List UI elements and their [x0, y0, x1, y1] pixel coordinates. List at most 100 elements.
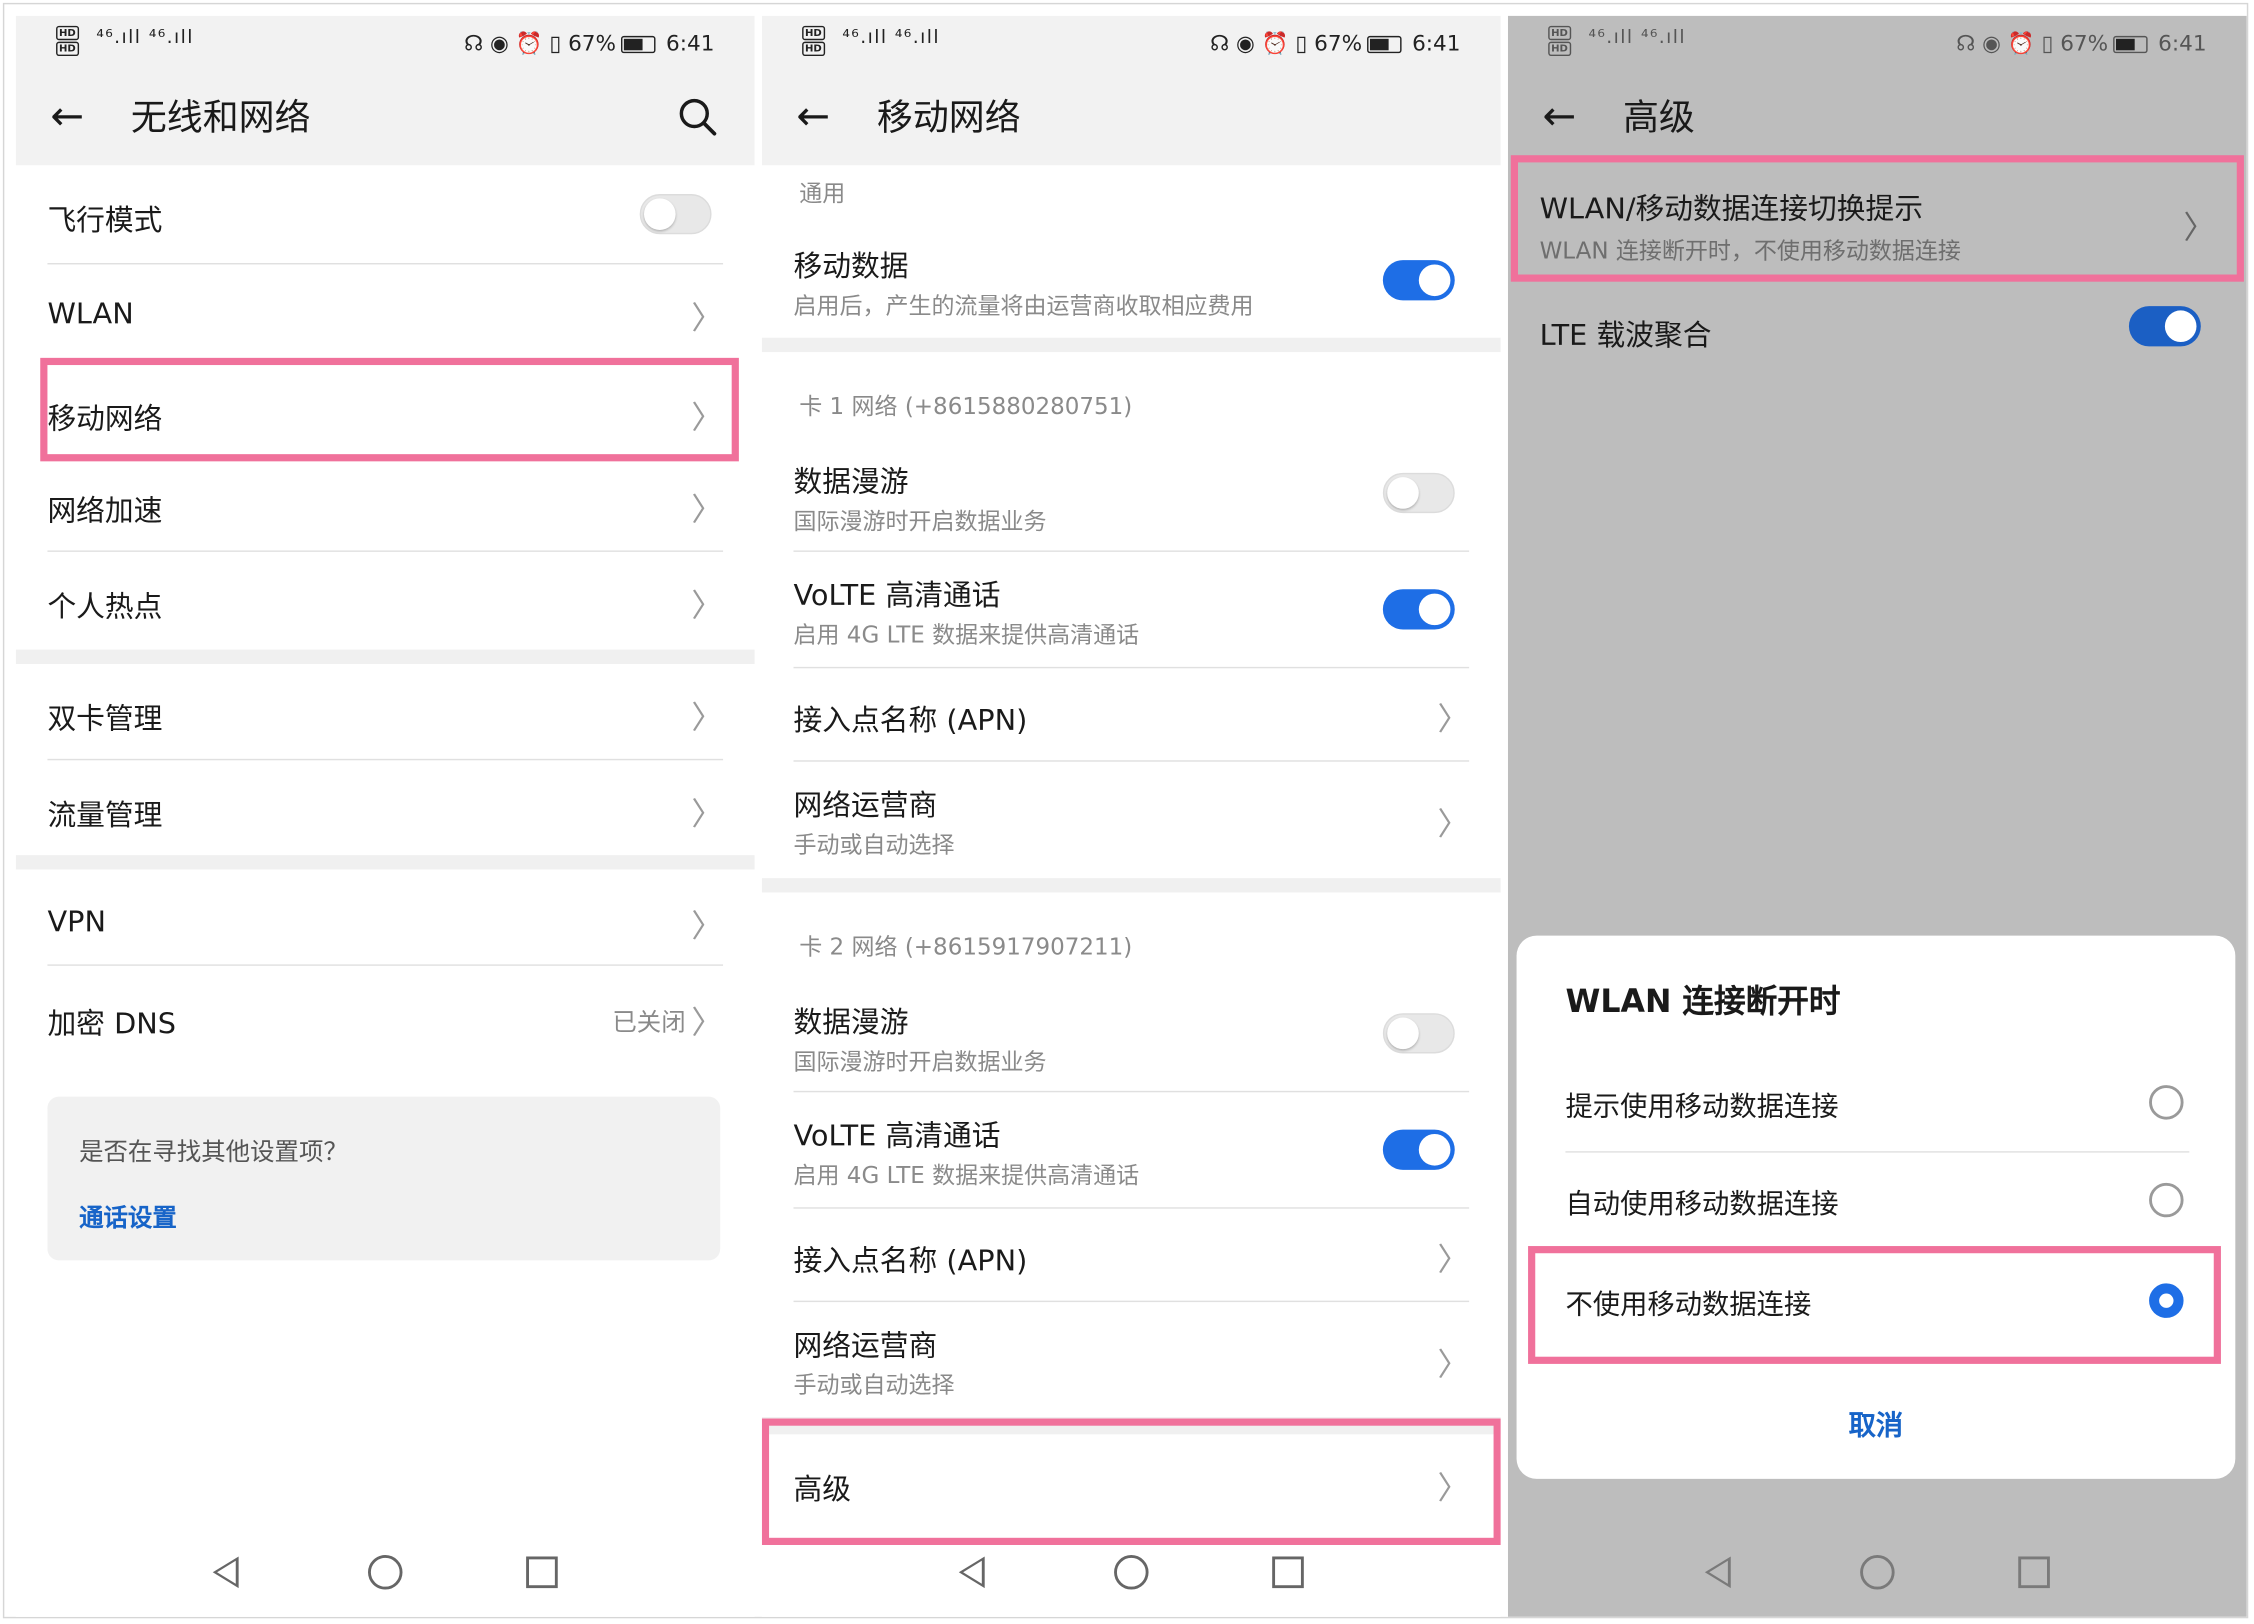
radio-button-selected[interactable]	[2149, 1283, 2184, 1318]
option-never[interactable]: 不使用移动数据连接	[1517, 1255, 2236, 1350]
title-bar: ← 无线和网络	[15, 67, 755, 166]
page-title: 高级	[1622, 96, 1695, 138]
network-acceleration-item[interactable]: 网络加速 〉	[16, 456, 755, 551]
sim2-roaming-row[interactable]: 数据漫游 国际漫游时开启数据业务	[762, 982, 1501, 1091]
sim1-roaming-toggle[interactable]	[1382, 472, 1455, 514]
chevron-right-icon: 〉	[2183, 211, 2216, 248]
screenshot-frame: HD HD ⁴⁶.ıll ⁴⁶.ıll ☊ ◉ ⏰ ▯ 67% 6:41 ← 无线…	[2, 2, 2249, 1619]
signal-icon: ⁴⁶.ıll ⁴⁶.ıll	[96, 27, 194, 49]
sim2-roaming-toggle[interactable]	[1382, 1013, 1455, 1054]
clock: 6:41	[666, 30, 715, 57]
lte-ca-toggle[interactable]	[2128, 306, 2201, 347]
page-title: 移动网络	[876, 96, 1021, 138]
dual-sim-item[interactable]: 双卡管理 〉	[16, 664, 755, 759]
apn-label: 接入点名称 (APN)	[793, 1243, 1028, 1278]
option-label: 不使用移动数据连接	[1565, 1289, 1812, 1321]
chevron-right-icon: 〉	[1437, 702, 1470, 739]
mobile-data-desc: 启用后，产生的流量将由运营商收取相应费用	[793, 291, 1254, 320]
dialog-title: WLAN 连接断开时	[1565, 984, 1841, 1021]
status-bar: HD HD ⁴⁶.ıll ⁴⁶.ıll ☊ ◉ ⏰ ▯ 67% 6:41	[1508, 16, 2247, 68]
back-arrow-icon[interactable]: ←	[50, 96, 84, 136]
battery-percent: 67%	[2060, 30, 2109, 57]
airplane-mode-toggle[interactable]	[639, 194, 712, 235]
nav-back-icon[interactable]	[1704, 1556, 1731, 1589]
mobile-network-item[interactable]: 移动网络 〉	[16, 361, 755, 459]
sim2-carrier-item[interactable]: 网络运营商 手动或自动选择 〉	[762, 1302, 1501, 1417]
sim2-apn-item[interactable]: 接入点名称 (APN) 〉	[762, 1209, 1501, 1301]
carrier-label: 网络运营商	[793, 787, 938, 823]
hotspot-item[interactable]: 个人热点 〉	[16, 552, 755, 650]
suggestion-card: 是否在寻找其他设置项？ 通话设置	[47, 1096, 721, 1261]
option-prompt[interactable]: 提示使用移动数据连接	[1517, 1056, 2236, 1151]
status-bar: HD HD ⁴⁶.ıll ⁴⁶.ıll ☊ ◉ ⏰ ▯ 67% 6:41	[761, 15, 1501, 68]
vpn-label: VPN	[47, 903, 106, 939]
nav-back-icon[interactable]	[958, 1556, 985, 1589]
nav-back-icon[interactable]	[212, 1556, 239, 1589]
private-dns-item[interactable]: 加密 DNS 已关闭 〉	[16, 966, 755, 1061]
airplane-mode-row[interactable]: 飞行模式	[16, 165, 755, 263]
navigation-bar	[762, 1531, 1501, 1617]
navigation-bar	[1508, 1531, 2247, 1617]
carrier-desc: 手动或自动选择	[793, 830, 955, 859]
section-gap	[15, 649, 755, 664]
sim1-volte-row[interactable]: VoLTE 高清通话 启用 4G LTE 数据来提供高清通话	[762, 552, 1501, 667]
divider	[1565, 1151, 2190, 1153]
lte-ca-row[interactable]: LTE 载波聚合	[1508, 289, 2247, 375]
advanced-label: 高级	[793, 1471, 852, 1507]
chevron-right-icon: 〉	[691, 909, 724, 946]
carrier-desc: 手动或自动选择	[793, 1371, 955, 1399]
sidebar-item-wlan[interactable]: WLAN 〉	[16, 264, 755, 359]
clock: 6:41	[2158, 30, 2207, 57]
mobile-data-toggle[interactable]	[1382, 260, 1455, 301]
call-settings-link[interactable]: 通话设置	[79, 1197, 177, 1233]
section-gap	[761, 337, 1501, 353]
roaming-label: 数据漫游	[793, 1004, 909, 1040]
section-general: 通用	[799, 179, 846, 207]
status-icons: ☊ ◉ ⏰ ▯	[1956, 30, 2054, 57]
nav-recents-icon[interactable]	[526, 1556, 558, 1589]
battery-percent: 67%	[1314, 30, 1363, 57]
dual-sim-label: 双卡管理	[47, 701, 163, 736]
radio-button[interactable]	[2149, 1085, 2184, 1120]
page-title: 无线和网络	[130, 96, 311, 138]
sim1-apn-item[interactable]: 接入点名称 (APN) 〉	[762, 668, 1501, 760]
battery-icon	[1366, 35, 1401, 53]
cancel-button[interactable]: 取消	[1517, 1404, 2236, 1443]
nav-recents-icon[interactable]	[1272, 1556, 1304, 1589]
advanced-item[interactable]: 高级 〉	[762, 1434, 1501, 1535]
wlan-label: WLAN	[47, 296, 134, 331]
sim1-volte-toggle[interactable]	[1382, 589, 1455, 630]
chevron-right-icon: 〉	[1437, 807, 1470, 844]
nav-home-icon[interactable]	[1860, 1555, 1895, 1590]
vpn-item[interactable]: VPN 〉	[16, 870, 755, 965]
back-arrow-icon[interactable]: ←	[796, 96, 830, 136]
data-usage-item[interactable]: 流量管理 〉	[16, 760, 755, 855]
chevron-right-icon: 〉	[691, 589, 724, 626]
signal-icon: ⁴⁶.ıll ⁴⁶.ıll	[842, 27, 941, 49]
private-dns-value: 已关闭	[612, 1008, 686, 1038]
hd-badges: HD HD	[1548, 24, 1573, 57]
chevron-right-icon: 〉	[1437, 1471, 1470, 1508]
nav-home-icon[interactable]	[1114, 1555, 1149, 1590]
hd-badges: HD HD	[56, 24, 81, 57]
sim1-carrier-item[interactable]: 网络运营商 手动或自动选择 〉	[762, 762, 1501, 877]
back-arrow-icon[interactable]: ←	[1542, 96, 1576, 136]
private-dns-label: 加密 DNS	[47, 1006, 176, 1041]
volte-label: VoLTE 高清通话	[793, 577, 1001, 613]
wlan-switch-prompt-item[interactable]: WLAN/移动数据连接切换提示 WLAN 连接断开时，不使用移动数据连接 〉	[1508, 165, 2247, 280]
mobile-network-screen: HD HD ⁴⁶.ıll ⁴⁶.ıll ☊ ◉ ⏰ ▯ 67% 6:41 ← 移动…	[761, 15, 1501, 1617]
sim2-volte-row[interactable]: VoLTE 高清通话 启用 4G LTE 数据来提供高清通话	[762, 1092, 1501, 1207]
search-icon[interactable]	[677, 96, 717, 146]
battery-icon	[620, 35, 655, 53]
volte-desc: 启用 4G LTE 数据来提供高清通话	[793, 1161, 1140, 1189]
mobile-data-row[interactable]: 移动数据 启用后，产生的流量将由运营商收取相应费用	[762, 226, 1501, 338]
sim1-roaming-row[interactable]: 数据漫游 国际漫游时开启数据业务	[762, 441, 1501, 550]
nav-recents-icon[interactable]	[2018, 1556, 2050, 1589]
chevron-right-icon: 〉	[691, 400, 724, 437]
radio-button[interactable]	[2149, 1182, 2184, 1218]
nav-home-icon[interactable]	[368, 1555, 403, 1590]
section-gap	[761, 1417, 1501, 1435]
mobile-data-label: 移动数据	[793, 248, 909, 284]
sim2-volte-toggle[interactable]	[1382, 1129, 1455, 1170]
option-auto[interactable]: 自动使用移动数据连接	[1517, 1154, 2236, 1249]
